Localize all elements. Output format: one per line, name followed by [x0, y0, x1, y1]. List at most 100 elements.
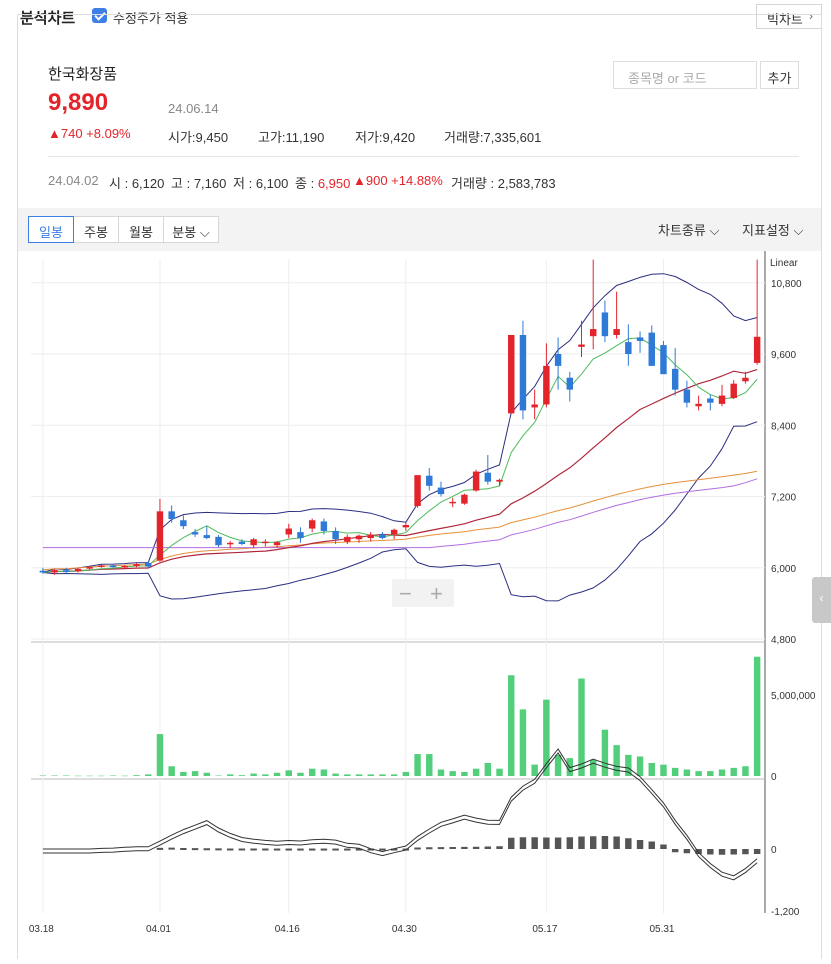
low-price: 저가:9,420 [355, 130, 416, 145]
macd-histogram-bar [718, 849, 726, 855]
macd-histogram-bar [543, 837, 550, 849]
tab-daily[interactable]: 일봉 [28, 216, 74, 243]
candle-body [508, 335, 515, 414]
volume-bar [355, 774, 363, 776]
volume-bar [718, 769, 726, 776]
candle-body [308, 520, 316, 529]
volume-bar [625, 754, 632, 776]
macd-histogram-bar [707, 849, 714, 855]
macd-histogram-bar [308, 848, 316, 851]
candle-body [718, 395, 726, 404]
tab-weekly[interactable]: 주봉 [73, 216, 119, 243]
candle-body [168, 511, 175, 520]
price-change: ▲740 +8.09% [48, 126, 131, 141]
candle-body [121, 565, 129, 568]
candle-body [707, 398, 714, 403]
macd-histogram-bar [414, 847, 421, 850]
stock-chart[interactable]: 10,800 9,600 8,400 7,200 6,000 4,800 03.18 04.0… [18, 251, 821, 959]
high-price: 고가:11,190 [258, 130, 325, 145]
price-tick-label: 10,800 [771, 279, 802, 290]
candle-body [226, 542, 234, 545]
chart-type-dropdown[interactable]: 차트종류 ⌵ [658, 220, 719, 239]
candle-body [461, 494, 468, 504]
volume-bar [203, 772, 211, 776]
chart-area[interactable]: 10,800 9,600 8,400 7,200 6,000 4,800 03.18 04.0… [18, 251, 821, 959]
macd-histogram-bar [472, 846, 480, 849]
price-tick-label: 7,200 [771, 493, 796, 504]
volume-bar [156, 734, 164, 776]
volume-bar [730, 767, 737, 776]
chart-toolbar: 일봉 주봉 월봉 분봉 ⌵ 차트종류 ⌵ 지표설정 ⌵ [18, 208, 821, 251]
volume-bar [133, 775, 140, 776]
volume-bar [636, 756, 644, 776]
candle-body [145, 563, 152, 567]
volume-bar [39, 775, 47, 777]
volume-bar [180, 771, 187, 776]
volume-bar [273, 772, 281, 776]
candle-body [683, 389, 691, 403]
tab-monthly[interactable]: 월봉 [118, 216, 164, 243]
macd-histogram-bar [297, 848, 304, 851]
macd-histogram-bar [496, 846, 503, 849]
candle-body [554, 354, 562, 366]
volume-tick-label: 5,000,000 [771, 691, 816, 702]
volume-bar [461, 771, 468, 776]
volume-bar [308, 768, 316, 776]
candle-body [496, 479, 503, 482]
macd-histogram-bar [168, 847, 175, 850]
volume-bar [145, 774, 152, 776]
candle-body [203, 535, 211, 539]
volume-bar [109, 775, 117, 777]
candle-body [273, 542, 281, 546]
bollinger-lower-line [42, 421, 758, 602]
volume-bar [226, 774, 234, 776]
candle-body [74, 568, 82, 572]
x-tick-label: 05.17 [532, 924, 557, 935]
macd-histogram-bar [156, 847, 164, 850]
candle-body [51, 570, 58, 573]
candle-body [297, 532, 304, 539]
volume-bar [578, 678, 585, 776]
candle-body [355, 535, 363, 540]
price-tick-label: 6,000 [771, 564, 796, 575]
volume-bar [484, 763, 492, 776]
volume-bar [390, 774, 398, 776]
macd-tick-label: 0 [771, 845, 777, 856]
macd-histogram-bar [262, 848, 269, 851]
candle-body [367, 534, 374, 539]
macd-histogram-bar [753, 849, 761, 854]
chevron-left-icon[interactable]: ‹ [812, 577, 831, 623]
volume-tick-label: 0 [771, 772, 777, 783]
open-price: 시가:9,450 [168, 130, 229, 145]
macd-histogram-bar [215, 848, 222, 851]
comparison-low: 저 : 6,100 [233, 176, 289, 191]
macd-histogram-bar [742, 849, 749, 855]
candle-body [730, 383, 737, 398]
candle-body [472, 471, 480, 491]
candle-body [215, 536, 222, 546]
macd-histogram-bar [273, 848, 281, 851]
candle-body [98, 565, 105, 567]
volume-bar [531, 764, 538, 776]
macd-histogram-bar [519, 837, 527, 849]
comparison-date: 24.04.02 [48, 173, 99, 188]
volume-bar [426, 754, 433, 776]
macd-histogram-bar [636, 840, 644, 849]
candle-body [636, 337, 644, 341]
volume-bar [449, 771, 456, 776]
tab-minute[interactable]: 분봉 ⌵ [163, 216, 219, 243]
price-date: 24.06.14 [168, 101, 219, 116]
add-button[interactable]: 추가 [760, 61, 799, 89]
indicator-settings-dropdown[interactable]: 지표설정 ⌵ [742, 220, 803, 239]
candle-body [753, 336, 761, 363]
candle-body [390, 529, 398, 535]
volume-bar [297, 772, 304, 776]
stock-search-input[interactable]: 종목명 or 코드 [613, 61, 757, 89]
candle-body [109, 565, 117, 568]
comparison-high: 고 : 7,160 [171, 176, 227, 191]
price-tick-label: 4,800 [771, 635, 796, 646]
candle-body [437, 487, 445, 495]
candle-body [191, 532, 199, 535]
macd-histogram-bar [578, 836, 585, 849]
comparison-close: 종 : 6,950 [295, 176, 351, 191]
